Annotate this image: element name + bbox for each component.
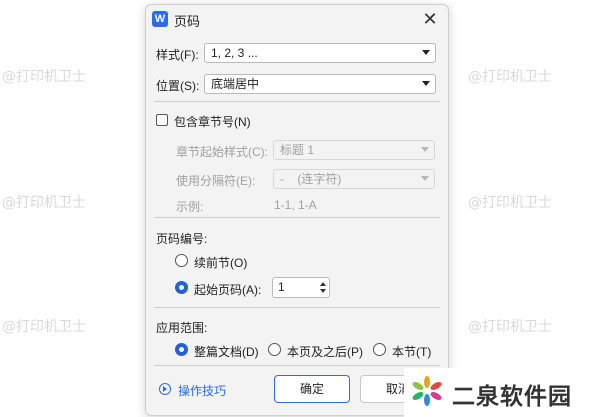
chapter-style-value: 标题 1 — [280, 143, 315, 157]
watermark: @打印机卫士 — [468, 195, 552, 211]
separator-select[interactable]: - (连字符) — [273, 169, 435, 189]
apply-whole-document-radio[interactable] — [175, 343, 188, 356]
spin-up-icon[interactable] — [320, 282, 326, 286]
divider — [154, 101, 440, 102]
chevron-down-icon — [421, 176, 429, 181]
position-select[interactable]: 底端居中 — [204, 74, 436, 94]
apply-this-page-after-label[interactable]: 本页及之后(P) — [287, 343, 363, 360]
style-label: 样式(F): — [156, 48, 199, 62]
dialog-title: 页码 — [174, 14, 201, 29]
spin-down-icon[interactable] — [320, 289, 326, 293]
include-chapter-label[interactable]: 包含章节号(N) — [174, 113, 251, 130]
continue-label[interactable]: 续前节(O) — [194, 254, 247, 271]
style-select[interactable]: 1, 2, 3 ... — [204, 43, 436, 63]
start-page-value: 1 — [278, 280, 285, 294]
ok-button[interactable]: 确定 — [274, 375, 350, 403]
include-chapter-checkbox[interactable] — [156, 114, 168, 126]
divider — [154, 365, 440, 366]
watermark: @打印机卫士 — [468, 69, 552, 85]
continue-radio[interactable] — [175, 254, 188, 267]
example-label: 示例: — [176, 200, 204, 214]
chapter-style-label: 章节起始样式(C): — [176, 145, 268, 159]
apply-section-label: 应用范围: — [156, 321, 208, 335]
position-select-value: 底端居中 — [211, 77, 260, 91]
watermark: @打印机卫士 — [2, 195, 86, 211]
start-page-stepper[interactable]: 1 — [272, 277, 330, 298]
style-select-value: 1, 2, 3 ... — [211, 46, 258, 60]
separator-value: - (连字符) — [280, 172, 342, 186]
apply-this-page-after-radio[interactable] — [268, 343, 281, 356]
brand-text: 二泉软件园 — [452, 384, 572, 410]
wps-writer-icon: W — [152, 11, 168, 27]
watermark: @打印机卫士 — [2, 69, 86, 85]
example-value: 1-1, 1-A — [274, 198, 317, 212]
separator-label: 使用分隔符(E): — [176, 174, 256, 188]
start-at-label[interactable]: 起始页码(A): — [194, 281, 261, 298]
chapter-style-select[interactable]: 标题 1 — [273, 140, 435, 160]
apply-this-section-radio[interactable] — [373, 343, 386, 356]
apply-this-section-label[interactable]: 本节(T) — [392, 343, 431, 360]
chevron-down-icon — [421, 147, 429, 152]
numbering-section-label: 页码编号: — [156, 232, 208, 246]
page-number-dialog: W 页码 ✕ 样式(F): 1, 2, 3 ... 位置(S): 底端居中 包含… — [145, 4, 449, 416]
play-circle-icon[interactable] — [159, 383, 171, 395]
divider — [154, 307, 440, 308]
start-at-radio[interactable] — [175, 281, 188, 294]
close-button[interactable]: ✕ — [418, 7, 442, 31]
watermark: @打印机卫士 — [468, 319, 552, 335]
chevron-down-icon — [422, 81, 430, 86]
apply-whole-document-label[interactable]: 整篇文档(D) — [194, 343, 259, 360]
title-bar: W 页码 ✕ — [146, 5, 448, 33]
pinwheel-logo-icon — [412, 376, 442, 406]
chevron-down-icon — [422, 50, 430, 55]
watermark: @打印机卫士 — [2, 319, 86, 335]
brand-watermark: 二泉软件园 — [404, 368, 600, 417]
tips-link[interactable]: 操作技巧 — [178, 382, 226, 399]
divider — [154, 217, 440, 218]
position-label: 位置(S): — [156, 79, 200, 93]
